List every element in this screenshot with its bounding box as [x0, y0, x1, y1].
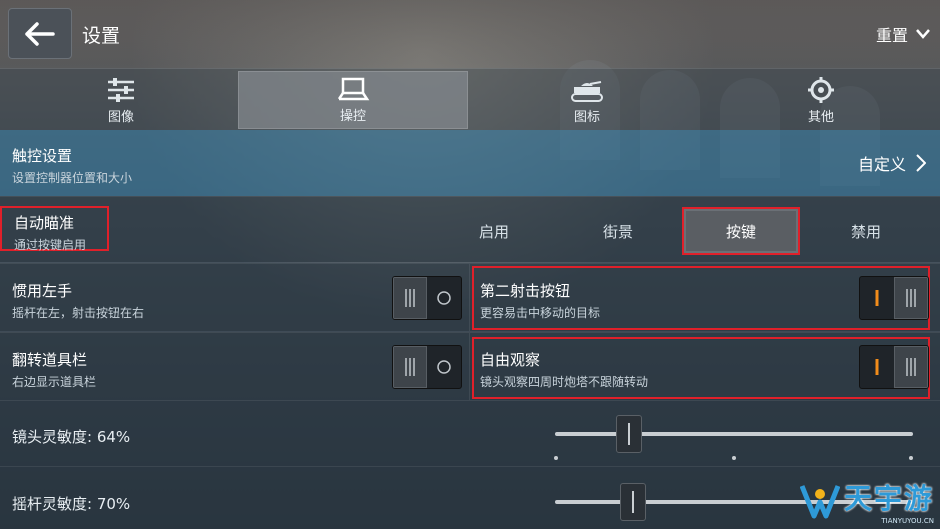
- flip-toolbar-text: 翻转道具栏 右边显示道具栏: [12, 349, 96, 390]
- toggle-knob: [393, 277, 428, 319]
- grip-icon: [405, 289, 415, 307]
- auto-aim-title: 自动瞄准: [14, 214, 75, 232]
- camera-sensitivity-label: 镜头灵敏度: 64%: [12, 428, 131, 446]
- toggle-on-mark: [860, 346, 894, 388]
- left-hand-text: 惯用左手 摇杆在左，射击按钮在右: [12, 280, 144, 321]
- auto-aim-option-disable[interactable]: 禁用: [807, 207, 925, 255]
- reset-dropdown[interactable]: 重置: [876, 22, 930, 46]
- toggle-knob: [893, 346, 928, 388]
- tab-label: 图标: [573, 110, 600, 125]
- control-icon: [337, 77, 370, 101]
- auto-aim-subtitle: 通过按键启用: [14, 238, 87, 252]
- free-look-title: 自由观察: [480, 351, 541, 369]
- grip-icon: [405, 358, 415, 376]
- toggle-knob: [893, 277, 928, 319]
- free-look-subtitle: 镜头观察四周时炮塔不跟随转动: [480, 375, 649, 389]
- left-hand-toggle[interactable]: [392, 276, 462, 320]
- row-divider: [469, 333, 470, 400]
- left-hand-subtitle: 摇杆在左，射击按钮在右: [12, 306, 145, 320]
- camera-sensitivity-row: 镜头灵敏度: 64%: [0, 400, 940, 466]
- slider-tick: [554, 456, 558, 460]
- slider-tick: [909, 456, 913, 460]
- toggle-on-mark: [860, 277, 894, 319]
- flip-toolbar-toggle[interactable]: [392, 345, 462, 389]
- stick-sensitivity-thumb[interactable]: [620, 483, 646, 521]
- grip-icon: [906, 358, 916, 376]
- second-fire-toggle[interactable]: [859, 276, 929, 320]
- gear-icon: [808, 77, 834, 103]
- left-hand-title: 惯用左手: [12, 282, 73, 300]
- free-look-text: 自由观察 镜头观察四周时炮塔不跟随转动: [480, 349, 648, 390]
- tab-image[interactable]: 图像: [6, 71, 236, 129]
- sliders-icon: [108, 78, 134, 102]
- tab-label: 操控: [339, 109, 366, 124]
- touch-settings-row[interactable]: 触控设置 设置控制器位置和大小 自定义: [0, 130, 940, 196]
- free-look-toggle[interactable]: [859, 345, 929, 389]
- flip-toolbar-title: 翻转道具栏: [12, 351, 88, 369]
- touch-settings-title: 触控设置: [12, 147, 73, 165]
- tab-label: 其他: [807, 110, 834, 125]
- auto-aim-row: 自动瞄准 通过按键启用 启用 街景 按键 禁用: [0, 196, 940, 262]
- touch-settings-value-label: 自定义: [857, 155, 906, 174]
- touch-settings-value[interactable]: 自定义: [858, 151, 926, 175]
- watermark-logo: 天宇游 TIANYUYOU.CN: [799, 477, 934, 525]
- auto-aim-option-street[interactable]: 街景: [559, 207, 677, 255]
- reset-label: 重置: [875, 26, 908, 45]
- tab-label: 图像: [107, 110, 134, 125]
- chevron-right-icon: [916, 154, 926, 172]
- tab-icons[interactable]: 图标: [472, 71, 702, 129]
- auto-aim-label-box: 自动瞄准 通过按键启用: [0, 206, 109, 252]
- circle-off-icon: [437, 360, 451, 374]
- page-title: 设置: [82, 25, 121, 47]
- top-bar: 设置 重置: [0, 0, 940, 68]
- chevron-down-icon: [916, 29, 930, 39]
- tab-other[interactable]: 其他: [706, 71, 936, 129]
- touch-settings-text: 触控设置 设置控制器位置和大小: [12, 145, 132, 186]
- settings-row-flip: 翻转道具栏 右边显示道具栏 自由观察 镜头观察四周时炮塔不跟随转动: [0, 332, 940, 400]
- grip-icon: [906, 289, 916, 307]
- auto-aim-option-enable[interactable]: 启用: [435, 207, 553, 255]
- toggle-knob: [393, 346, 428, 388]
- settings-row-hand: 惯用左手 摇杆在左，射击按钮在右 第二射击按钮 更容易击中移动的目标: [0, 263, 940, 331]
- watermark-subtext: TIANYUYOU.CN: [881, 517, 934, 525]
- second-fire-title: 第二射击按钮: [480, 282, 571, 300]
- tianyu-logo-icon: [799, 485, 840, 519]
- on-bar-icon: [875, 359, 879, 375]
- on-bar-icon: [875, 290, 879, 306]
- tank-icon: [571, 81, 603, 102]
- toggle-off-mark: [427, 277, 461, 319]
- back-arrow-icon: [25, 21, 55, 46]
- toggle-off-mark: [427, 346, 461, 388]
- second-fire-text: 第二射击按钮 更容易击中移动的目标: [480, 280, 600, 321]
- row-divider: [469, 264, 470, 331]
- circle-off-icon: [437, 291, 451, 305]
- tab-controls[interactable]: 操控: [238, 71, 468, 129]
- flip-toolbar-subtitle: 右边显示道具栏: [12, 375, 97, 389]
- second-fire-subtitle: 更容易击中移动的目标: [480, 306, 601, 320]
- back-button[interactable]: [8, 8, 72, 59]
- settings-tabs: 图像 操控 图标 其他: [0, 68, 940, 130]
- touch-settings-subtitle: 设置控制器位置和大小: [12, 171, 133, 185]
- stick-sensitivity-label: 摇杆灵敏度: 70%: [12, 495, 131, 513]
- slider-tick: [732, 456, 736, 460]
- camera-sensitivity-thumb[interactable]: [616, 415, 642, 453]
- camera-sensitivity-track[interactable]: [555, 432, 913, 436]
- watermark-text: 天宇游: [843, 482, 934, 515]
- auto-aim-option-key[interactable]: 按键: [682, 207, 800, 255]
